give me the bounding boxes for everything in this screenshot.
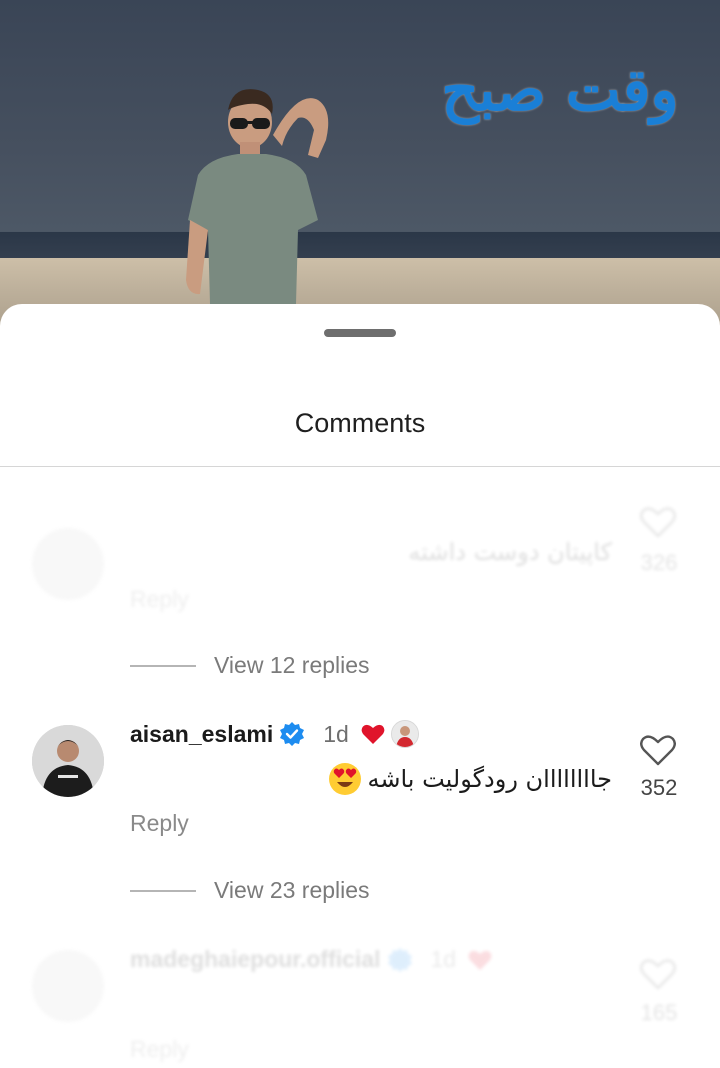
comment-time: 1d — [430, 946, 457, 972]
username[interactable]: aisan_eslami — [130, 721, 273, 748]
avatar[interactable] — [32, 725, 104, 797]
watermark-logo: وقت صبح — [441, 56, 680, 124]
avatar-image — [32, 725, 104, 797]
verified-badge-icon — [387, 947, 412, 972]
view-replies-button[interactable]: View 12 replies — [130, 652, 370, 679]
view-replies-line — [130, 664, 196, 667]
heart-eyes-emoji-icon — [328, 763, 361, 795]
comment-time: 1d — [323, 720, 349, 747]
sheet-title: Comments — [294, 408, 426, 438]
view-replies-label: View 23 replies — [214, 877, 370, 903]
red-heart-icon — [468, 950, 492, 970]
verified-badge-icon — [280, 722, 305, 746]
heart-outline-icon[interactable] — [640, 734, 676, 766]
reply-button[interactable]: Reply — [130, 586, 189, 613]
heart-outline-icon[interactable] — [640, 958, 676, 990]
comment-meta: madeghaiepour.official 1d — [130, 946, 492, 973]
comments-sheet: Comments کاپیتان دوست داشته Reply 326 Vi… — [0, 304, 720, 1068]
post-photo: وقت صبح — [0, 0, 720, 330]
photo-person — [186, 89, 329, 304]
view-replies-label: View 12 replies — [214, 652, 370, 678]
avatar[interactable] — [32, 950, 104, 1022]
drag-handle[interactable] — [324, 329, 396, 337]
avatar[interactable] — [32, 528, 104, 600]
comment-text-row: جاااااااان رودگولیت باشه — [328, 762, 613, 796]
author-liked-avatar — [390, 720, 419, 748]
red-heart-icon — [361, 724, 385, 744]
heart-outline-icon[interactable] — [640, 506, 676, 538]
header-divider — [0, 466, 720, 467]
like-count: 326 — [640, 550, 678, 575]
like-count: 165 — [640, 1000, 678, 1025]
comment-text: جاااااااان رودگولیت باشه — [367, 765, 613, 793]
reply-button[interactable]: Reply — [130, 1036, 189, 1063]
reply-button[interactable]: Reply — [130, 810, 189, 837]
comment-text: کاپیتان دوست داشته — [408, 538, 612, 566]
view-replies-line — [130, 889, 196, 892]
like-count: 352 — [640, 775, 678, 800]
view-replies-button[interactable]: View 23 replies — [130, 877, 370, 904]
username[interactable]: madeghaiepour.official — [130, 946, 381, 973]
comment-meta: aisan_eslami 1d — [130, 720, 419, 748]
